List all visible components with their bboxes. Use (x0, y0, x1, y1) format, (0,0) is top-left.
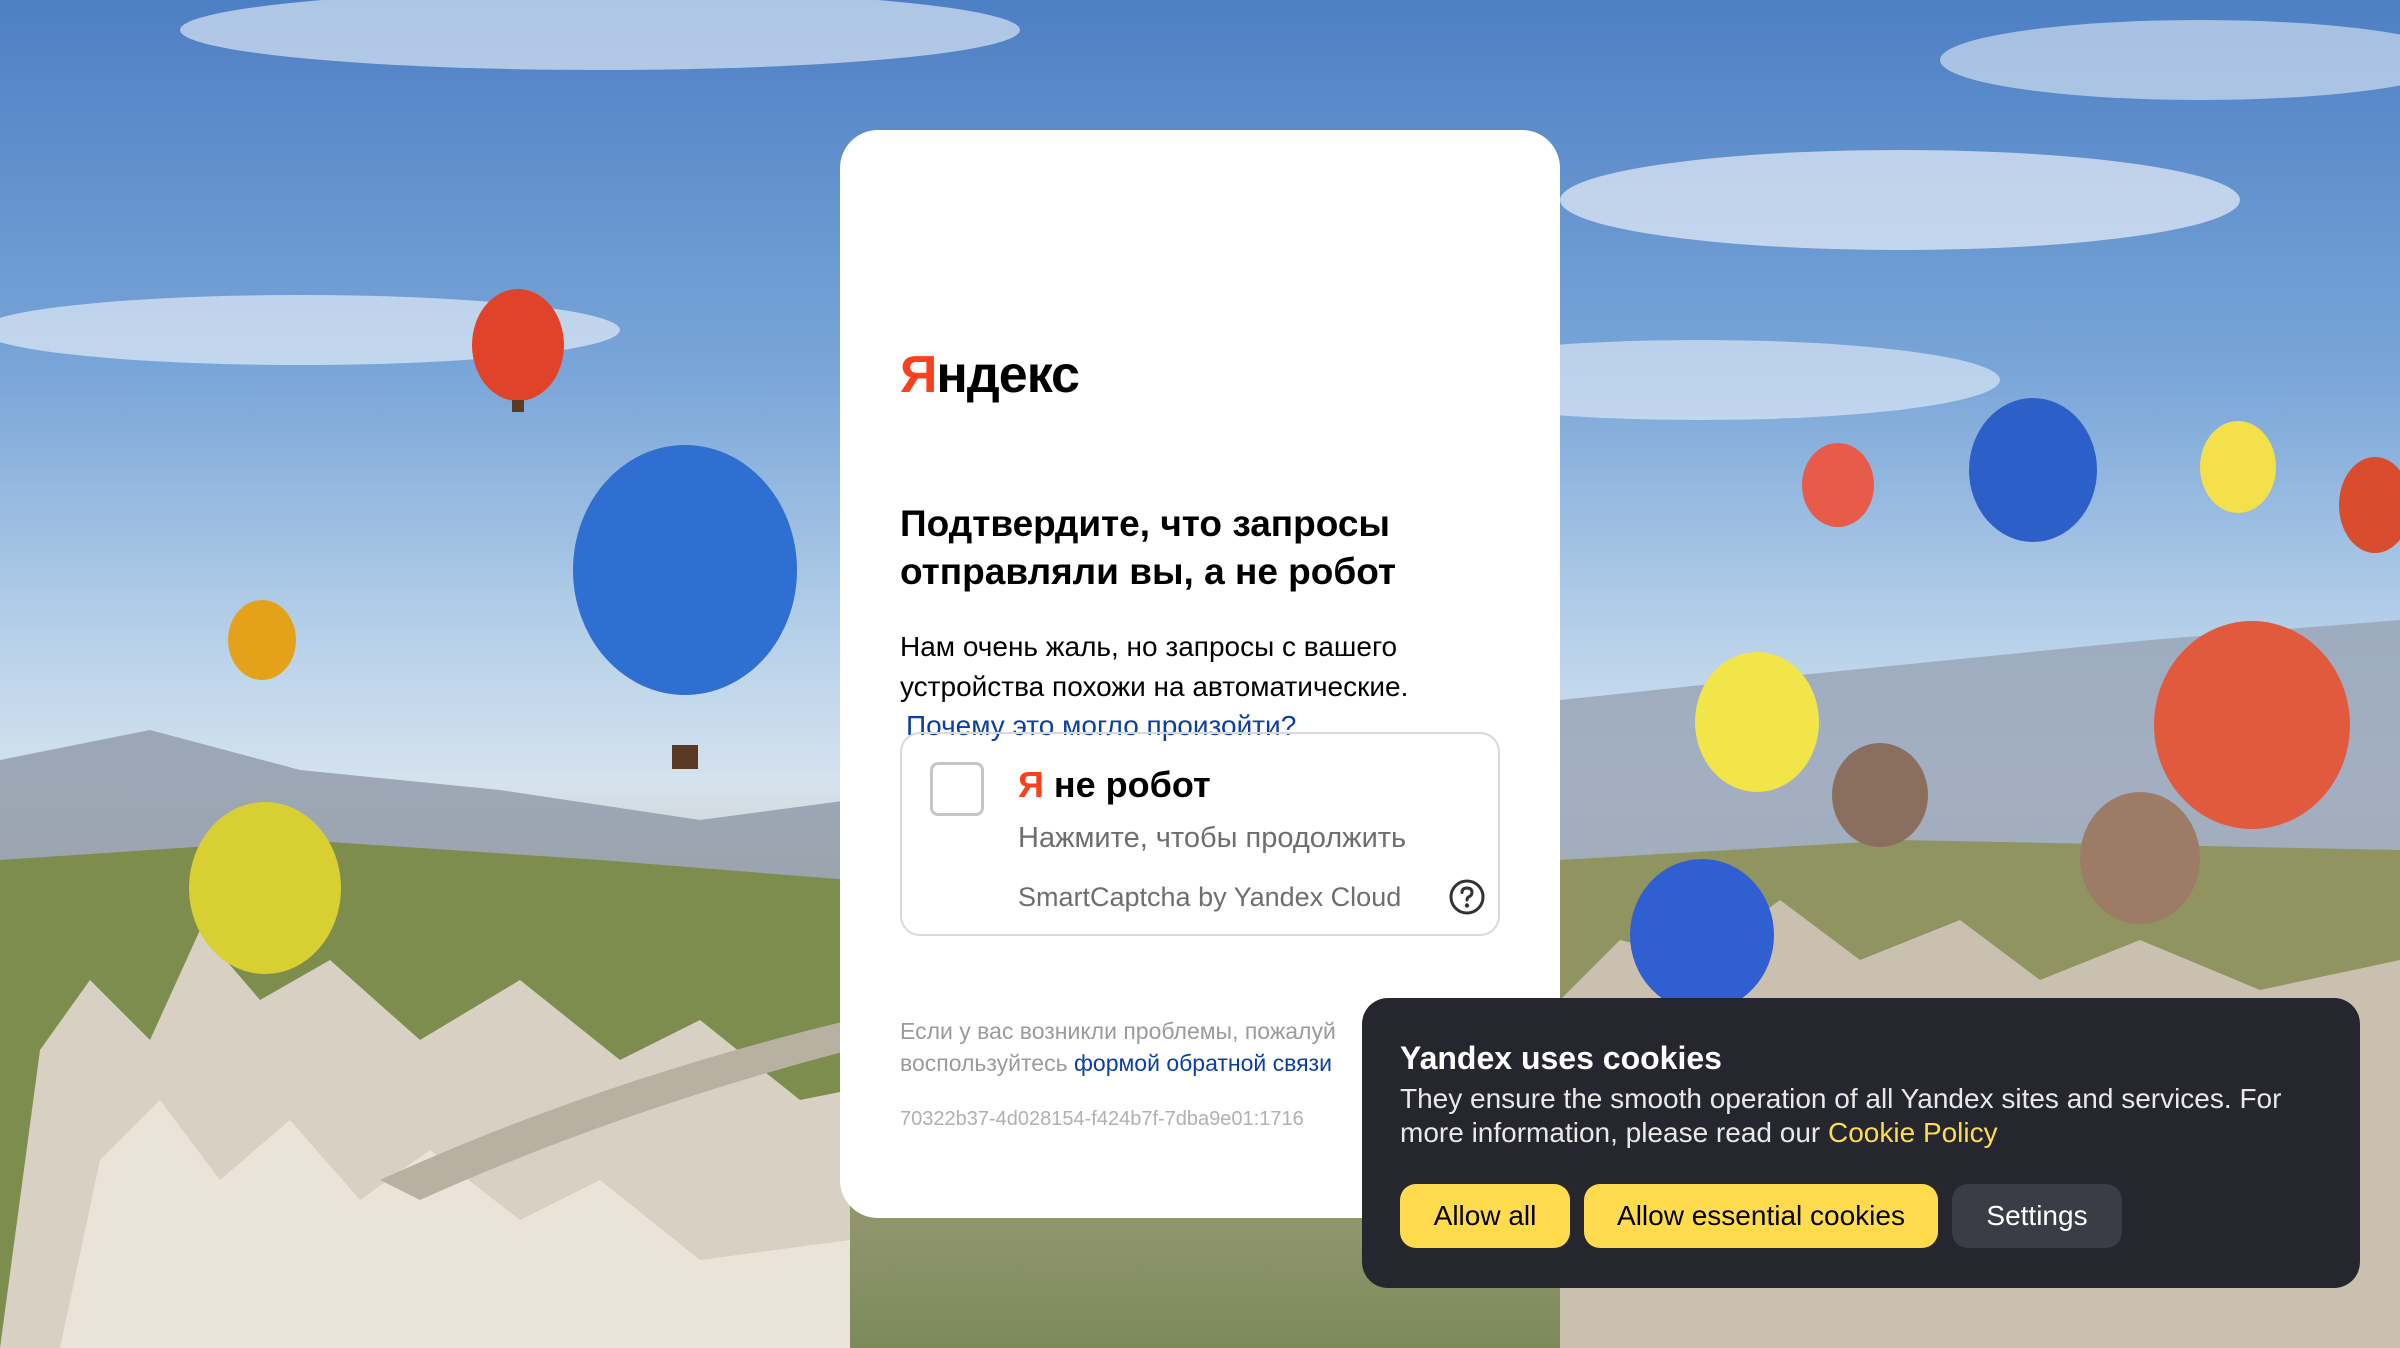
captcha-title-rest: не робот (1043, 764, 1211, 805)
feedback-link[interactable]: формой обратной связи (1074, 1050, 1332, 1076)
captcha-subtitle: Нажмите, чтобы продолжить (1018, 822, 1407, 854)
logo-rest: ндекс (936, 346, 1080, 404)
cookie-title: Yandex uses cookies (1400, 1040, 1722, 1076)
problem-text-line1: Если у вас возникли проблемы, пожалуй (900, 1018, 1336, 1044)
page-title: Подтвердите, что запросы отправляли вы, … (900, 503, 1397, 592)
cookie-banner: Yandex uses cookies They ensure the smoo… (1362, 998, 2360, 1288)
problem-text: Если у вас возникли проблемы, пожалуй во… (900, 1015, 1360, 1079)
captcha-title: Я не робот (1018, 764, 1211, 806)
allow-all-button[interactable]: Allow all (1400, 1184, 1570, 1248)
logo-first-letter: Я (900, 346, 937, 404)
cookie-settings-button[interactable]: Settings (1952, 1184, 2122, 1248)
allow-essential-button[interactable]: Allow essential cookies (1584, 1184, 1938, 1248)
yandex-logo[interactable]: Яндекс (900, 345, 1080, 405)
question-circle-icon[interactable] (1448, 878, 1486, 916)
page-description: Нам очень жаль, но запросы с вашего устр… (900, 631, 1409, 702)
problem-text-line2: воспользуйтесь (900, 1050, 1074, 1076)
captcha-title-ya: Я (1018, 764, 1044, 805)
not-robot-checkbox[interactable] (930, 762, 984, 816)
smartcaptcha-widget[interactable]: Я не робот Нажмите, чтобы продолжить Sma… (900, 732, 1500, 936)
request-id: 70322b37-4d028154-f424b7f-7dba9e01:1716 (900, 1108, 1304, 1130)
cookie-text: They ensure the smooth operation of all … (1400, 1082, 2300, 1150)
cookie-policy-link[interactable]: Cookie Policy (1828, 1117, 1998, 1148)
captcha-brand: SmartCaptcha by Yandex Cloud (1018, 882, 1402, 912)
